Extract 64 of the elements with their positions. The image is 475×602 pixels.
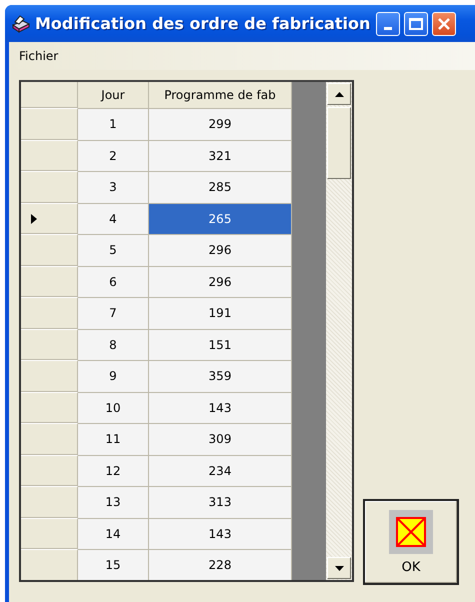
- row-header[interactable]: [21, 235, 78, 266]
- table-cell: 6: [78, 266, 149, 298]
- table-cell: 7: [78, 298, 149, 330]
- table-cell: 143: [149, 518, 292, 550]
- vertical-scrollbar[interactable]: [326, 82, 352, 580]
- row-header[interactable]: [21, 456, 78, 487]
- row-header[interactable]: [21, 361, 78, 392]
- table-cell: 8: [78, 330, 149, 361]
- table-cell: 151: [149, 330, 292, 361]
- table-cell: 321: [149, 140, 292, 172]
- corner-header: [21, 82, 78, 109]
- app-icon: [11, 14, 31, 32]
- down-arrow-icon: [334, 566, 344, 570]
- row-header[interactable]: [21, 204, 78, 235]
- column-header[interactable]: Jour: [78, 82, 149, 109]
- table-cell: 296: [149, 266, 292, 298]
- table-cell: 2: [78, 140, 149, 172]
- table-cell: 14: [78, 518, 149, 550]
- table-cell: 11: [78, 424, 149, 456]
- table-cell: 143: [149, 392, 292, 424]
- window-title: Modification des ordre de fabrication: [35, 14, 370, 33]
- scroll-down-button[interactable]: [327, 557, 351, 579]
- row-header[interactable]: [21, 266, 78, 298]
- table-cell: 234: [149, 456, 292, 487]
- row-header[interactable]: [21, 550, 78, 580]
- table-cell: 296: [149, 235, 292, 266]
- table-cell: 265: [149, 204, 292, 235]
- table-cell: 3: [78, 172, 149, 204]
- table-cell: 13: [78, 487, 149, 518]
- close-icon: [437, 16, 452, 30]
- menu-item[interactable]: Fichier: [14, 47, 64, 65]
- table-cell: 285: [149, 172, 292, 204]
- row-header[interactable]: [21, 424, 78, 456]
- table-cell: 9: [78, 361, 149, 392]
- row-header[interactable]: [21, 487, 78, 518]
- table-cell: 1: [78, 109, 149, 140]
- cross-box-icon: [396, 516, 426, 546]
- table-cell: 313: [149, 487, 292, 518]
- table-cell: 4: [78, 204, 149, 235]
- table-cell: 5: [78, 235, 149, 266]
- table-cell: 10: [78, 392, 149, 424]
- row-header[interactable]: [21, 392, 78, 424]
- close-button[interactable]: [432, 12, 456, 36]
- table-cell: 299: [149, 109, 292, 140]
- table-cell: 309: [149, 424, 292, 456]
- row-header[interactable]: [21, 109, 78, 140]
- row-header[interactable]: [21, 330, 78, 361]
- row-header[interactable]: [21, 172, 78, 204]
- scroll-thumb[interactable]: [327, 107, 351, 179]
- column-header[interactable]: Programme de fab: [149, 82, 292, 109]
- table-cell: 12: [78, 456, 149, 487]
- scroll-up-button[interactable]: [327, 83, 351, 105]
- table-cell: 15: [78, 550, 149, 580]
- table-cell: 359: [149, 361, 292, 392]
- row-header[interactable]: [21, 140, 78, 172]
- current-row-icon: [31, 214, 37, 224]
- minimize-button[interactable]: [376, 12, 400, 36]
- table-cell: 228: [149, 550, 292, 580]
- up-arrow-icon: [334, 92, 344, 96]
- row-header[interactable]: [21, 298, 78, 330]
- row-header[interactable]: [21, 518, 78, 550]
- ok-button[interactable]: OK: [363, 499, 459, 585]
- table-cell: 191: [149, 298, 292, 330]
- maximize-button[interactable]: [404, 12, 428, 36]
